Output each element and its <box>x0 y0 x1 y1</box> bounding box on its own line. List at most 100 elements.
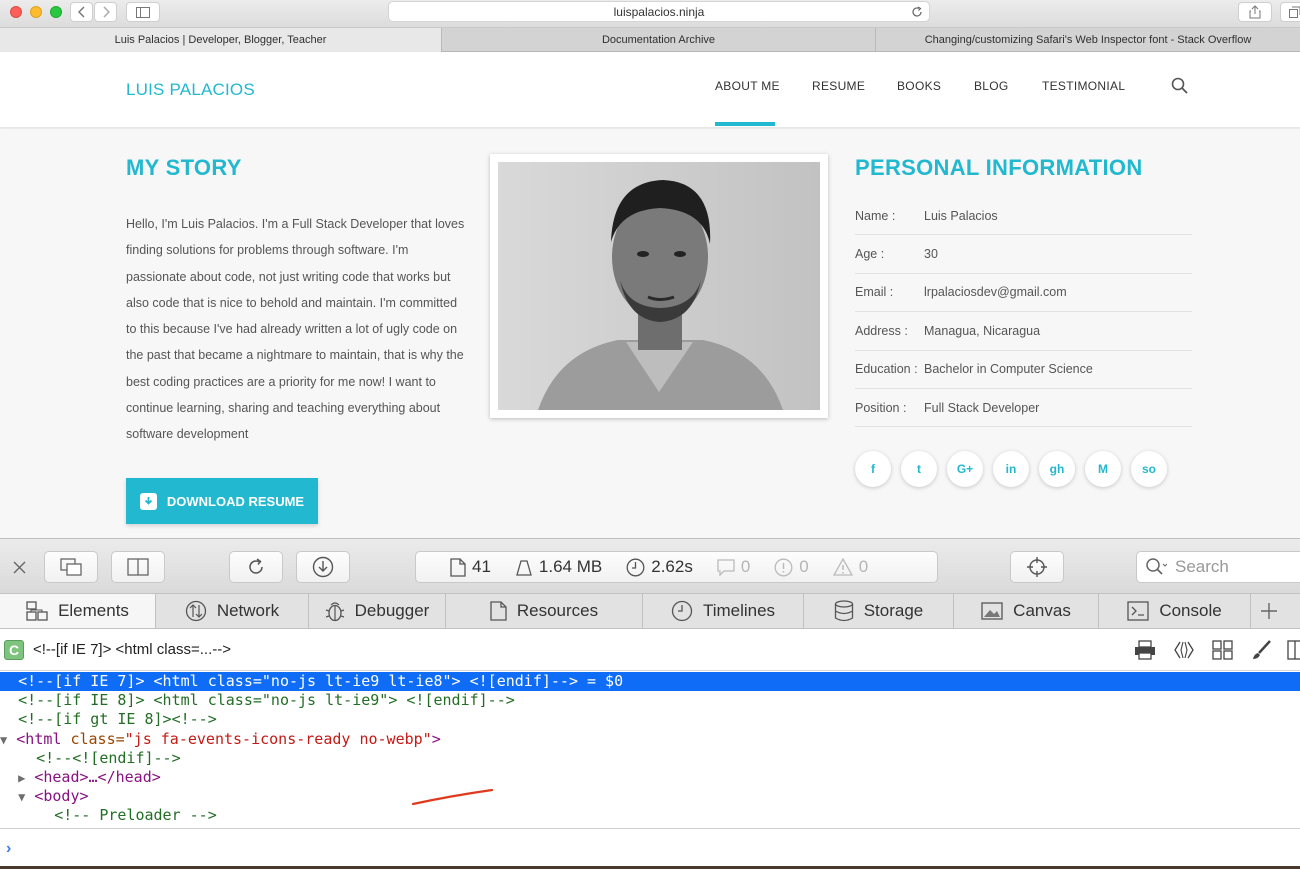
forward-button[interactable] <box>94 2 117 22</box>
info-label: Age : <box>855 247 885 262</box>
page-stats: 41 1.64 MB 2.62s 0 0 0 <box>415 551 938 583</box>
dom-node-html[interactable]: ▼ <html class="js fa-events-icons-ready … <box>0 730 1300 749</box>
tab-luis-palacios[interactable]: Luis Palacios | Developer, Blogger, Teac… <box>0 28 442 52</box>
info-value: Luis Palacios <box>924 208 998 223</box>
inspector-tab-bar: Elements Network Debugger Resources Time… <box>0 594 1300 629</box>
layout-grid-icon[interactable] <box>1212 639 1234 661</box>
info-row-age: Age : 30 <box>855 235 1192 274</box>
download-resume-button[interactable]: DOWNLOAD RESUME <box>126 478 318 524</box>
sidebar-panel-icon[interactable] <box>1286 639 1300 661</box>
elements-icon <box>26 601 48 621</box>
document-icon <box>490 601 507 621</box>
load-time[interactable]: 2.62s <box>626 557 693 577</box>
tab-elements[interactable]: Elements <box>0 594 156 628</box>
tab-resources[interactable]: Resources <box>446 594 643 628</box>
dom-node[interactable]: <!--[if gt IE 8]><!--> <box>0 710 1300 729</box>
info-row-position: Position : Full Stack Developer <box>855 389 1192 428</box>
close-window-button[interactable] <box>10 6 22 18</box>
personal-information-title: PERSONAL INFORMATION <box>855 155 1143 180</box>
close-inspector-icon[interactable] <box>13 561 26 574</box>
bug-icon <box>325 602 344 622</box>
github-icon[interactable]: gh <box>1039 451 1075 487</box>
plus-icon <box>1261 603 1277 619</box>
search-placeholder: Search <box>1175 557 1229 576</box>
search-icon[interactable] <box>1170 76 1190 96</box>
dom-node-head[interactable]: ▶ <head>…</head> <box>0 768 1300 787</box>
weight-icon <box>516 560 532 576</box>
google-plus-icon[interactable]: G+ <box>947 451 983 487</box>
inspector-search-field[interactable]: Search <box>1136 551 1300 583</box>
download-resume-label: DOWNLOAD RESUME <box>166 493 305 509</box>
linkedin-icon[interactable]: in <box>993 451 1029 487</box>
site-logo[interactable]: LUIS PALACIOS <box>126 80 255 100</box>
dom-node[interactable]: <!--[if IE 8]> <html class="no-js lt-ie9… <box>0 691 1300 710</box>
dom-node[interactable]: <!-- Preloader --> <box>0 806 1300 825</box>
dock-side-icon <box>127 558 149 576</box>
print-icon[interactable] <box>1134 639 1156 661</box>
warning-count[interactable]: 0 <box>832 557 868 577</box>
tab-network[interactable]: Network <box>156 594 309 628</box>
stackoverflow-icon[interactable]: so <box>1131 451 1167 487</box>
disclosure-expanded-icon[interactable]: ▼ <box>0 733 7 747</box>
error-icon <box>774 558 793 576</box>
error-count[interactable]: 0 <box>774 557 809 577</box>
search-icon <box>1146 558 1167 575</box>
disclosure-collapsed-icon[interactable]: ▶ <box>18 771 25 785</box>
reload-page-button[interactable] <box>229 551 283 583</box>
breadcrumb-item[interactable]: <!--[if IE 7]> <html class=...--> <box>33 641 231 658</box>
undock-button[interactable] <box>44 551 98 583</box>
info-label: Email : <box>855 285 894 300</box>
sidebar-toggle-button[interactable] <box>126 2 160 22</box>
info-value: Managua, Nicaragua <box>924 323 1041 338</box>
console-prompt[interactable]: › <box>0 828 1300 866</box>
download-archive-button[interactable] <box>296 551 350 583</box>
tab-canvas[interactable]: Canvas <box>954 594 1099 628</box>
show-tabs-button[interactable] <box>1280 2 1300 22</box>
dom-node-body[interactable]: ▼ <body> <box>0 787 1300 806</box>
address-bar[interactable]: luispalacios.ninja <box>388 1 930 22</box>
tab-storage[interactable]: Storage <box>804 594 954 628</box>
reload-icon[interactable] <box>911 6 923 18</box>
back-button[interactable] <box>70 2 93 22</box>
chevron-left-icon <box>77 6 85 18</box>
tab-documentation-archive[interactable]: Documentation Archive <box>442 28 876 52</box>
console-icon <box>1127 601 1149 621</box>
sidebar-icon <box>136 6 150 18</box>
shadow-dom-icon[interactable] <box>1173 639 1195 661</box>
tab-stack-overflow[interactable]: Changing/customizing Safari's Web Inspec… <box>876 28 1300 52</box>
nav-testimonial[interactable]: TESTIMONIAL <box>1042 79 1125 93</box>
breadcrumb: C <!--[if IE 7]> <html class=...--> <box>0 629 1300 671</box>
log-count[interactable]: 0 <box>717 557 750 577</box>
nav-books[interactable]: BOOKS <box>897 79 941 93</box>
info-value: lrpalaciosdev@gmail.com <box>924 285 1067 300</box>
zoom-window-button[interactable] <box>50 6 62 18</box>
dom-node[interactable]: <!--<![endif]--> <box>0 749 1300 768</box>
info-label: Address : <box>855 323 908 338</box>
social-links: f t G+ in gh M so <box>855 451 1167 487</box>
tab-console[interactable]: Console <box>1099 594 1251 628</box>
web-inspector: 41 1.64 MB 2.62s 0 0 0 Search Elements N… <box>0 538 1300 869</box>
inspect-element-button[interactable] <box>1010 551 1064 583</box>
image-icon <box>981 602 1003 620</box>
tab-debugger[interactable]: Debugger <box>309 594 446 628</box>
dock-side-button[interactable] <box>111 551 165 583</box>
nav-blog[interactable]: BLOG <box>974 79 1009 93</box>
warning-icon <box>832 558 853 576</box>
resource-count[interactable]: 41 <box>450 557 491 577</box>
medium-icon[interactable]: M <box>1085 451 1121 487</box>
nav-resume[interactable]: RESUME <box>812 79 865 93</box>
dom-node-selected[interactable]: <!--[if IE 7]> <html class="no-js lt-ie9… <box>0 672 1300 692</box>
new-tab-button[interactable] <box>1251 594 1287 628</box>
tab-bar: Luis Palacios | Developer, Blogger, Teac… <box>0 28 1300 52</box>
resource-size[interactable]: 1.64 MB <box>515 557 602 577</box>
facebook-icon[interactable]: f <box>855 451 891 487</box>
twitter-icon[interactable]: t <box>901 451 937 487</box>
share-button[interactable] <box>1238 2 1272 22</box>
tab-timelines[interactable]: Timelines <box>643 594 804 628</box>
paintbrush-icon[interactable] <box>1251 639 1273 661</box>
comment-node-icon: C <box>4 639 24 660</box>
disclosure-expanded-icon[interactable]: ▼ <box>18 790 25 804</box>
nav-about-me[interactable]: ABOUT ME <box>715 79 780 93</box>
info-label: Education : <box>855 362 918 377</box>
minimize-window-button[interactable] <box>30 6 42 18</box>
